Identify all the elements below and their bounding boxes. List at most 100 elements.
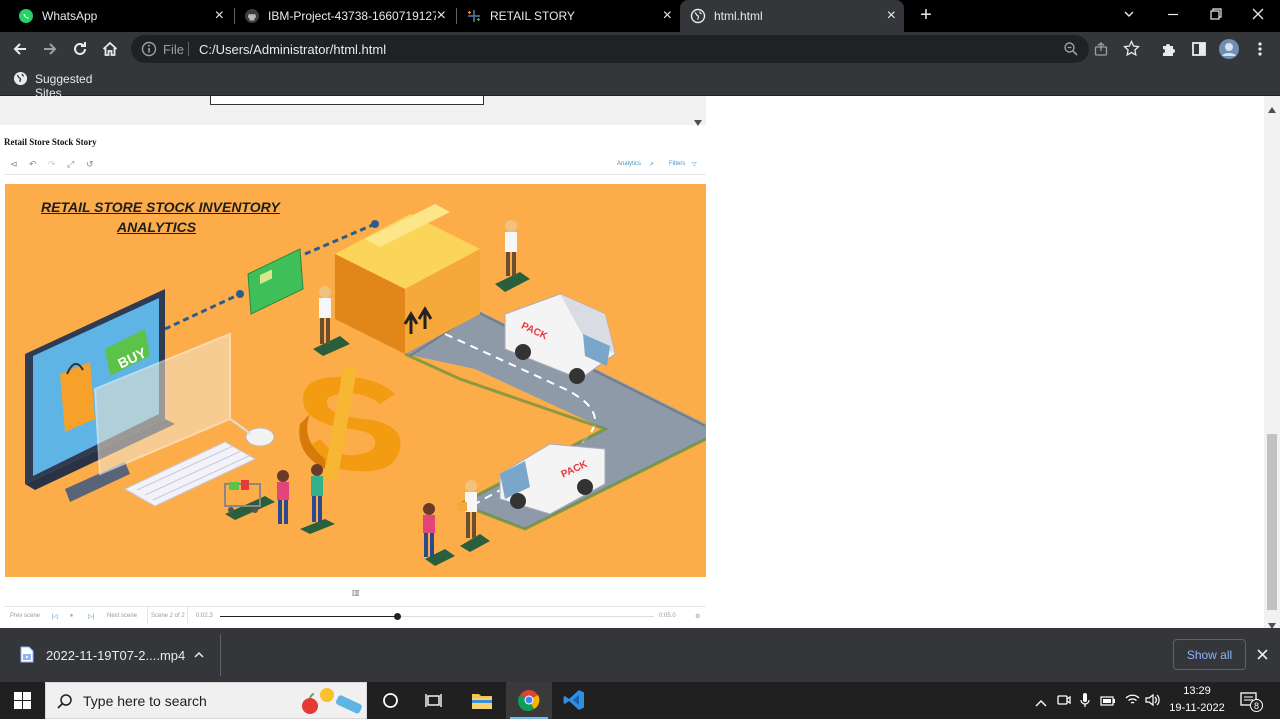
zoom-icon[interactable] xyxy=(1063,41,1079,62)
home-button[interactable] xyxy=(98,37,122,61)
tab-title: html.html xyxy=(714,9,763,23)
tab-retail-story[interactable]: RETAIL STORY × xyxy=(458,0,680,32)
embed-frame-box xyxy=(210,96,484,105)
chevron-up-icon[interactable] xyxy=(192,648,206,667)
skip-end-icon[interactable]: ▷| xyxy=(88,613,94,620)
github-icon xyxy=(244,8,260,24)
current-time: 0:02.3 xyxy=(196,613,213,619)
share-icon[interactable]: ⊲ xyxy=(10,159,18,170)
back-button[interactable] xyxy=(8,37,32,61)
profile-avatar[interactable] xyxy=(1217,37,1241,61)
page-content: Retail Store Stock Story ⊲ ↶ ↷ ⤢ ↺ Analy… xyxy=(0,96,1264,628)
story-title: Retail Store Stock Story xyxy=(4,137,97,147)
footer-divider xyxy=(147,607,148,624)
tab-title: WhatsApp xyxy=(42,9,98,23)
windows-start-icon[interactable] xyxy=(14,692,31,714)
filters-button[interactable]: Filters xyxy=(669,161,685,167)
reload-icon xyxy=(74,42,86,55)
viz-toolbar: ⊲ ↶ ↷ ⤢ ↺ Analytics ↗ Filters ▽ xyxy=(4,156,706,175)
tableau-icon xyxy=(466,8,482,24)
address-bar[interactable]: File C:/Users/Administrator/html.html xyxy=(131,35,1140,63)
share-icon[interactable] xyxy=(1093,41,1109,62)
file-explorer-icon[interactable] xyxy=(471,691,493,715)
vscode-icon[interactable] xyxy=(563,689,585,716)
undo-icon[interactable]: ↶ xyxy=(29,159,37,170)
forward-button[interactable] xyxy=(38,37,62,61)
side-panel-button[interactable] xyxy=(1187,37,1211,61)
minimize-icon[interactable] xyxy=(1166,7,1180,26)
restore-icon[interactable] xyxy=(1209,7,1223,26)
omnibox-divider xyxy=(188,42,189,56)
expand-icon[interactable]: ⤢ xyxy=(67,159,74,170)
scene-counter: Scene 2 of 2 xyxy=(151,613,185,619)
search-highlight-icon xyxy=(296,685,366,722)
tab-title: IBM-Project-43738-1660719127/ xyxy=(268,9,436,23)
close-icon[interactable]: × xyxy=(437,8,446,24)
previous-embed-area xyxy=(0,96,706,126)
tab-github[interactable]: IBM-Project-43738-1660719127/ × xyxy=(236,0,454,32)
footer-divider xyxy=(187,607,188,624)
search-placeholder: Type here to search xyxy=(83,693,207,709)
menu-kebab-icon[interactable] xyxy=(1248,37,1272,61)
notification-count-badge: 8 xyxy=(1250,699,1263,712)
window-close-icon[interactable] xyxy=(1251,7,1265,26)
tab-html-html[interactable]: html.html × xyxy=(680,0,904,32)
settings-gear-icon[interactable]: ⚙ xyxy=(695,613,700,620)
storypoint-handle-icon[interactable]: ▥ xyxy=(352,588,360,597)
tab-whatsapp[interactable]: WhatsApp × xyxy=(10,0,232,32)
meet-now-icon[interactable] xyxy=(1057,693,1071,712)
skip-start-icon[interactable]: |◁ xyxy=(52,613,58,620)
clock-date[interactable]: 19-11-2022 xyxy=(1168,702,1226,714)
download-divider xyxy=(220,634,221,676)
star-icon[interactable] xyxy=(1123,39,1140,62)
download-file-name[interactable]: 2022-11-19T07-2....mp4 xyxy=(46,648,185,663)
battery-icon[interactable] xyxy=(1100,694,1116,712)
scroll-up-arrow-icon[interactable] xyxy=(1268,100,1276,118)
taskbar-chrome[interactable] xyxy=(506,682,552,719)
tab-search-chevron-icon[interactable] xyxy=(1122,7,1136,26)
bookmark-suggested-sites[interactable]: Suggested Sites xyxy=(10,66,120,100)
volume-icon[interactable] xyxy=(1145,693,1161,712)
story-navigation-bar: Prev scene |◁ ⏸ ▷| Next scene Scene 2 of… xyxy=(4,606,706,624)
redo-icon[interactable]: ↷ xyxy=(48,159,56,170)
search-icon xyxy=(56,693,73,715)
info-icon[interactable] xyxy=(141,41,157,62)
close-icon[interactable]: × xyxy=(215,8,224,24)
wifi-icon[interactable] xyxy=(1125,693,1140,711)
task-view-icon[interactable] xyxy=(425,692,443,714)
tab-separator xyxy=(456,8,457,24)
scrollbar-thumb[interactable] xyxy=(1267,434,1277,610)
story-scene-image: RETAIL STORE STOCK INVENTORY ANALYTICS B… xyxy=(5,184,706,577)
show-all-button[interactable]: Show all xyxy=(1173,639,1246,670)
tab-title: RETAIL STORY xyxy=(490,9,575,23)
next-scene-button[interactable]: Next scene xyxy=(107,613,137,619)
clock-time[interactable]: 13:29 xyxy=(1168,685,1226,697)
scrubber-handle[interactable] xyxy=(394,613,402,620)
chart-icon: ↗ xyxy=(649,162,655,168)
scroll-down-arrow-icon[interactable] xyxy=(694,113,702,131)
url-text[interactable]: C:/Users/Administrator/html.html xyxy=(199,42,386,57)
analytics-button[interactable]: Analytics xyxy=(617,161,641,167)
cortana-icon[interactable] xyxy=(382,692,399,714)
close-icon[interactable]: × xyxy=(887,8,896,24)
video-file-icon xyxy=(20,646,34,668)
reload-button[interactable] xyxy=(68,37,92,61)
chevron-up-icon[interactable] xyxy=(1035,695,1047,713)
prev-scene-button[interactable]: Prev scene xyxy=(10,613,40,619)
total-time: 0:05.0 xyxy=(659,613,676,619)
close-icon[interactable] xyxy=(1256,648,1269,666)
playback-scrubber[interactable] xyxy=(220,613,654,620)
extensions-button[interactable] xyxy=(1157,37,1181,61)
plus-icon: + xyxy=(920,3,932,26)
pause-icon[interactable]: ⏸ xyxy=(70,613,73,620)
microphone-icon[interactable] xyxy=(1080,692,1090,713)
revert-icon[interactable]: ↺ xyxy=(86,159,94,170)
bookmarks-bar: Suggested Sites xyxy=(0,66,1280,100)
page-scrollbar[interactable] xyxy=(1264,96,1280,629)
globe-icon xyxy=(690,8,706,24)
taskbar-search-box[interactable]: Type here to search xyxy=(45,682,367,719)
scrubber-progress xyxy=(220,616,398,617)
close-icon[interactable]: × xyxy=(663,8,672,24)
chrome-icon xyxy=(518,689,540,716)
new-tab-button[interactable]: + xyxy=(915,4,937,26)
